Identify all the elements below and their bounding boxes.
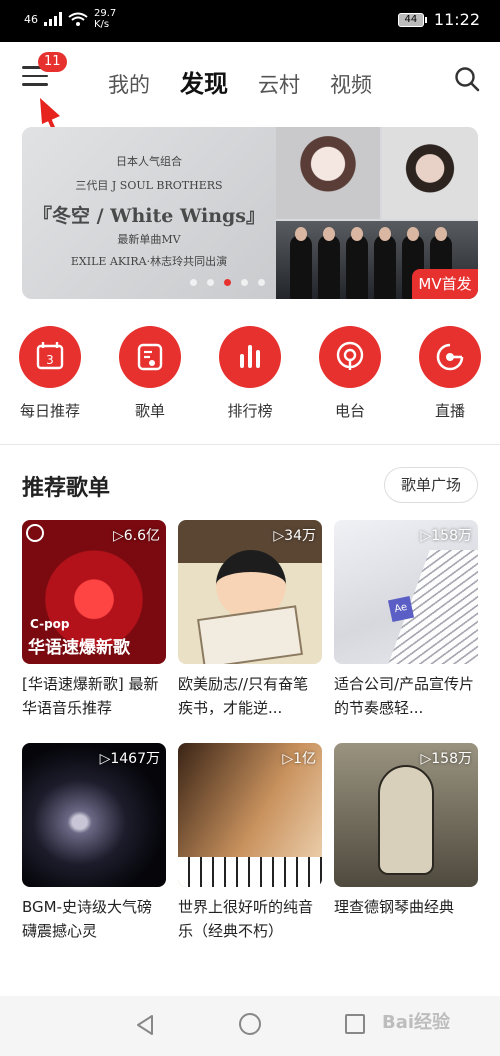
playlist-cover: C-pop 华语速爆新歌 ▷6.6亿 [22,520,166,664]
play-count: ▷158万 [420,751,473,767]
signal-icon [44,12,62,26]
pager-dot[interactable] [241,279,248,286]
notification-badge: 11 [38,52,67,72]
search-icon[interactable] [454,66,480,92]
playlist-cover: ▷158万 [334,743,478,887]
playlist-cover: Ae ▷158万 [334,520,478,664]
playlist-title: 适合公司/产品宣传片的节奏感轻... [334,675,475,717]
pager-dot[interactable] [258,279,265,286]
netease-logo-icon [26,524,44,542]
signal-indicator: 46 [24,12,38,26]
playlist-title: [华语速爆新歌] 最新华语音乐推荐 [22,675,159,717]
recent-apps-icon[interactable] [345,1014,365,1034]
play-count: ▷6.6亿 [112,528,160,544]
calendar-icon: 3 [19,326,81,388]
playlist-plaza-button[interactable]: 歌单广场 [384,467,478,503]
play-count: ▷1467万 [99,751,160,767]
network-speed: 29.7 K/s [94,8,117,30]
ae-logo-icon: Ae [387,595,415,623]
live-icon [419,326,481,388]
promo-banner[interactable]: 日本人气组合 三代目 J SOUL BROTHERS 『冬空 / White W… [22,127,478,299]
pager-dot-active[interactable] [224,279,231,286]
banner-photo-woman [276,127,380,219]
playlist-title: 欧美励志//只有奋笔疾书，才能逆... [178,675,309,717]
back-icon[interactable] [134,1014,156,1036]
section-title: 推荐歌单 [22,476,111,501]
shortcut-row: 3 每日推荐 歌单 排行榜 电台 直播 [0,326,500,426]
tab-video[interactable]: 视频 [330,69,372,99]
play-count: ▷1亿 [282,751,316,767]
playlist-card[interactable]: C-pop 华语速爆新歌 ▷6.6亿 [华语速爆新歌] 最新华语音乐推荐 [22,520,166,720]
banner-pager [190,279,265,286]
playlist-card[interactable]: ▷1亿 世界上很好听的纯音乐（经典不朽） [178,743,322,943]
tab-community[interactable]: 云村 [258,69,300,99]
banner-text-panel: 日本人气组合 三代目 J SOUL BROTHERS 『冬空 / White W… [22,127,276,299]
clock: 11:22 [433,10,480,29]
banner-photo-collage: MV首发 [276,127,478,299]
radio-icon [319,326,381,388]
watermark: Bai经验 [382,1012,451,1033]
wifi-icon [68,12,88,26]
playlist-title: 世界上很好听的纯音乐（经典不朽） [178,898,314,940]
playlist-card[interactable]: Ae ▷158万 适合公司/产品宣传片的节奏感轻... [334,520,478,720]
playlist-title: BGM-史诗级大气磅礴震撼心灵 [22,898,153,940]
home-icon[interactable] [239,1013,261,1035]
shortcut-live[interactable]: 直播 [410,326,490,421]
pager-dot[interactable] [207,279,214,286]
playlist-icon [119,326,181,388]
shortcut-playlist[interactable]: 歌单 [110,326,190,421]
tab-bar: 我的 发现 云村 视频 [108,64,372,99]
banner-headline: 『冬空 / White Wings』 [32,205,266,227]
playlist-title: 理查德钢琴曲经典 [334,898,455,916]
chart-bars-icon [219,326,281,388]
status-bar: 46 29.7 K/s 44 11:22 [0,0,500,42]
playlist-card[interactable]: ▷1467万 BGM-史诗级大气磅礴震撼心灵 [22,743,166,943]
shortcut-charts[interactable]: 排行榜 [210,326,290,421]
playlist-card[interactable]: ▷158万 理查德钢琴曲经典 [334,743,478,943]
play-count: ▷158万 [420,528,473,544]
playlist-card[interactable]: ▷34万 欧美励志//只有奋笔疾书，才能逆... [178,520,322,720]
tab-discover[interactable]: 发现 [180,64,228,99]
section-divider [0,444,500,445]
playlist-cover: ▷1亿 [178,743,322,887]
playlist-cover: ▷34万 [178,520,322,664]
play-count: ▷34万 [273,528,316,544]
tab-mine[interactable]: 我的 [108,69,150,99]
system-nav-bar: Bai经验 [0,996,500,1056]
mv-premiere-tag: MV首发 [412,269,478,299]
banner-photo-man [382,127,478,219]
svg-text:3: 3 [46,353,54,367]
pager-dot[interactable] [190,279,197,286]
shortcut-radio[interactable]: 电台 [310,326,390,421]
shortcut-daily[interactable]: 3 每日推荐 [10,326,90,421]
battery-icon: 44 [397,12,427,27]
playlist-cover: ▷1467万 [22,743,166,887]
